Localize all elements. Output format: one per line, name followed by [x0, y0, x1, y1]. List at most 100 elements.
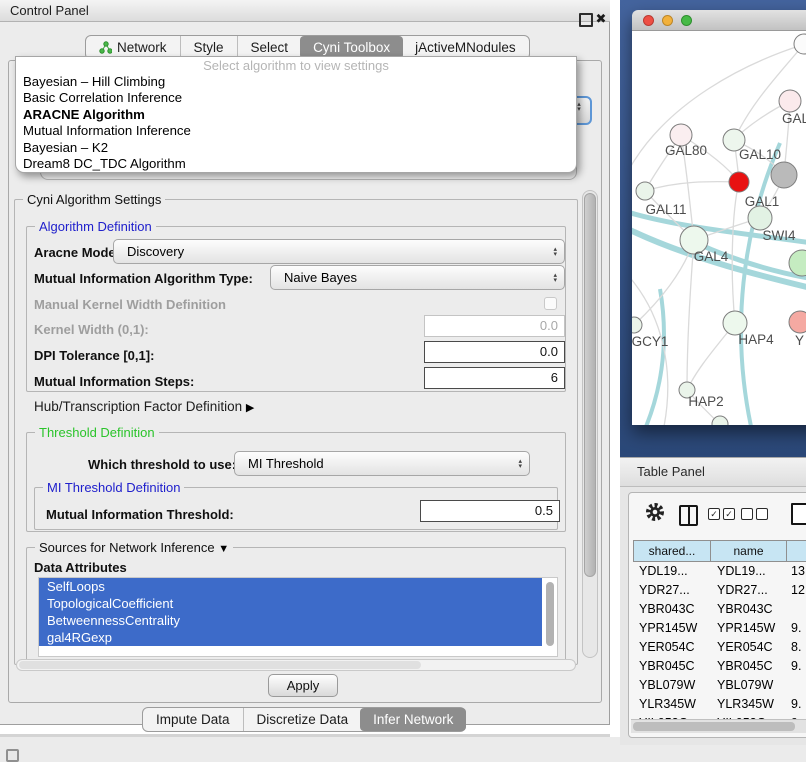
traffic-light-minimize-icon[interactable]: [662, 15, 673, 26]
network-node[interactable]: [794, 34, 806, 54]
split-view-icon[interactable]: [679, 505, 698, 526]
column-header[interactable]: name: [711, 540, 787, 562]
tab-infer-network[interactable]: Infer Network: [360, 708, 466, 731]
network-edge: [645, 182, 739, 191]
algorithm-option[interactable]: Bayesian – Hill Climbing: [16, 74, 576, 90]
node-label: GAL10: [739, 147, 781, 162]
table-row[interactable]: YDL19...YDL19...13: [633, 562, 806, 581]
float-window-icon[interactable]: [579, 13, 593, 27]
panel-corner-icon[interactable]: [6, 749, 19, 762]
table-row[interactable]: YBL079WYBL079W: [633, 676, 806, 695]
group-title: Threshold Definition: [35, 425, 159, 440]
which-threshold-select[interactable]: MI Threshold ▴▾: [234, 451, 530, 476]
chevron-right-icon[interactable]: ▶: [246, 402, 254, 414]
chevron-down-icon[interactable]: ▼: [218, 543, 229, 555]
attribute-item[interactable]: gal4RGexp: [39, 629, 542, 646]
unchecked-columns-icon[interactable]: [741, 508, 771, 526]
aracne-mode-label: Aracne Mode:: [34, 245, 120, 260]
settings-scrollbar-thumb[interactable]: [584, 193, 596, 577]
apply-button[interactable]: Apply: [268, 674, 338, 697]
table-cell: YER054C: [633, 638, 711, 657]
table-cell: 9.: [787, 695, 806, 714]
tab-label: Style: [194, 40, 224, 55]
gear-icon[interactable]: [645, 502, 665, 522]
network-canvas[interactable]: GALGAL80GAL10GAL1GAL11SWI4GAL4GCY1HAP4YH…: [632, 31, 806, 425]
screen: Control Panel ✖ NetworkStyleSelectCyni T…: [0, 0, 806, 762]
network-node[interactable]: [729, 172, 749, 192]
network-node[interactable]: [636, 182, 654, 200]
checked-columns-icon[interactable]: ✓✓: [708, 508, 738, 526]
algorithm-option[interactable]: Dream8 DC_TDC Algorithm: [16, 156, 576, 172]
aracne-mode-select[interactable]: Discovery ▴▾: [113, 239, 565, 264]
algorithm-option[interactable]: Basic Correlation Inference: [16, 90, 576, 106]
algorithm-option[interactable]: Bayesian – K2: [16, 140, 576, 156]
dpi-tolerance-field[interactable]: 0.0: [424, 341, 565, 363]
table-row[interactable]: YBR043CYBR043C: [633, 600, 806, 619]
mi-type-select[interactable]: Naive Bayes ▴▾: [270, 265, 565, 290]
algorithm-option[interactable]: ARACNE Algorithm: [16, 107, 576, 123]
table-cell: YER054C: [711, 638, 787, 657]
tab-discretize-data[interactable]: Discretize Data: [243, 708, 362, 731]
tab-label: Infer Network: [373, 712, 453, 727]
list-scrollbar-thumb[interactable]: [546, 582, 554, 646]
node-label: GAL4: [694, 249, 729, 264]
control-panel-titlebar[interactable]: Control Panel: [0, 0, 610, 22]
network-node[interactable]: [789, 311, 806, 333]
network-icon: [99, 41, 112, 54]
document-icon[interactable]: [791, 503, 806, 525]
traffic-light-close-icon[interactable]: [643, 15, 654, 26]
network-node[interactable]: [779, 90, 801, 112]
column-header[interactable]: shared...: [633, 540, 711, 562]
data-attributes-list[interactable]: SelfLoopsTopologicalCoefficientBetweenne…: [38, 577, 558, 657]
group-title: Sources for Network Inference ▼: [35, 540, 233, 557]
attribute-item[interactable]: TopologicalCoefficient: [39, 595, 542, 612]
sources-title: Sources for Network Inference: [39, 540, 215, 555]
horizontal-scrollbar-thumb[interactable]: [19, 661, 421, 669]
tab-impute-data[interactable]: Impute Data: [143, 708, 243, 731]
spinner-icon: ▴▾: [553, 247, 557, 257]
tab-label: Discretize Data: [257, 712, 349, 727]
table-cell: YBR045C: [711, 657, 787, 676]
node-label: GAL80: [665, 143, 707, 158]
mi-steps-field[interactable]: 6: [424, 367, 565, 389]
tab-label: Impute Data: [156, 712, 230, 727]
traffic-light-zoom-icon[interactable]: [681, 15, 692, 26]
table-row[interactable]: YER054CYER054C8.: [633, 638, 806, 657]
table-h-scrollbar-thumb[interactable]: [633, 722, 795, 731]
table-cell: YDR27...: [633, 581, 711, 600]
table-panel-header[interactable]: Table Panel: [620, 457, 806, 487]
algorithm-option[interactable]: Mutual Information Inference: [16, 123, 576, 139]
network-node[interactable]: [771, 162, 797, 188]
close-window-icon[interactable]: ✖: [593, 10, 609, 28]
hub-expander[interactable]: Hub/Transcription Factor Definition ▶: [34, 399, 254, 414]
table-h-scrollbar[interactable]: [631, 719, 806, 733]
attribute-item[interactable]: SelfLoops: [39, 578, 542, 595]
mi-threshold-field[interactable]: 0.5: [420, 500, 560, 522]
manual-kernel-checkbox[interactable]: [544, 297, 557, 310]
table-row[interactable]: YPR145WYPR145W9.: [633, 619, 806, 638]
table-cell: YBR045C: [633, 657, 711, 676]
table-panel-body: ✓✓ shared...nameA YDL19...YDL19...13YDR2…: [620, 487, 806, 745]
table-header-row: shared...nameA: [633, 540, 806, 562]
table-cell: 12: [787, 581, 806, 600]
network-node[interactable]: [748, 206, 772, 230]
kernel-width-field[interactable]: 0.0: [424, 315, 565, 337]
horizontal-scrollbar[interactable]: [16, 659, 576, 671]
table-cell: YBR043C: [633, 600, 711, 619]
column-header[interactable]: A: [787, 540, 806, 562]
network-window[interactable]: GALGAL80GAL10GAL1GAL11SWI4GAL4GCY1HAP4YH…: [632, 10, 806, 425]
table-cell: YLR345W: [633, 695, 711, 714]
network-node[interactable]: [712, 416, 728, 425]
window-titlebar[interactable]: [632, 10, 806, 31]
algorithm-dropdown-popup: Select algorithm to view settings Bayesi…: [15, 56, 577, 173]
table-row[interactable]: YLR345WYLR345W9.: [633, 695, 806, 714]
table-panel-title: Table Panel: [637, 458, 705, 486]
desktop: GALGAL80GAL10GAL1GAL11SWI4GAL4GCY1HAP4YH…: [620, 0, 806, 457]
node-label: GAL11: [645, 202, 686, 217]
table-row[interactable]: YBR045CYBR045C9.: [633, 657, 806, 676]
tab-label: Select: [251, 40, 289, 55]
table-cell: YLR345W: [711, 695, 787, 714]
table-panel-inner: ✓✓ shared...nameA YDL19...YDL19...13YDR2…: [628, 492, 806, 738]
table-row[interactable]: YDR27...YDR27...12: [633, 581, 806, 600]
attribute-item[interactable]: BetweennessCentrality: [39, 612, 542, 629]
